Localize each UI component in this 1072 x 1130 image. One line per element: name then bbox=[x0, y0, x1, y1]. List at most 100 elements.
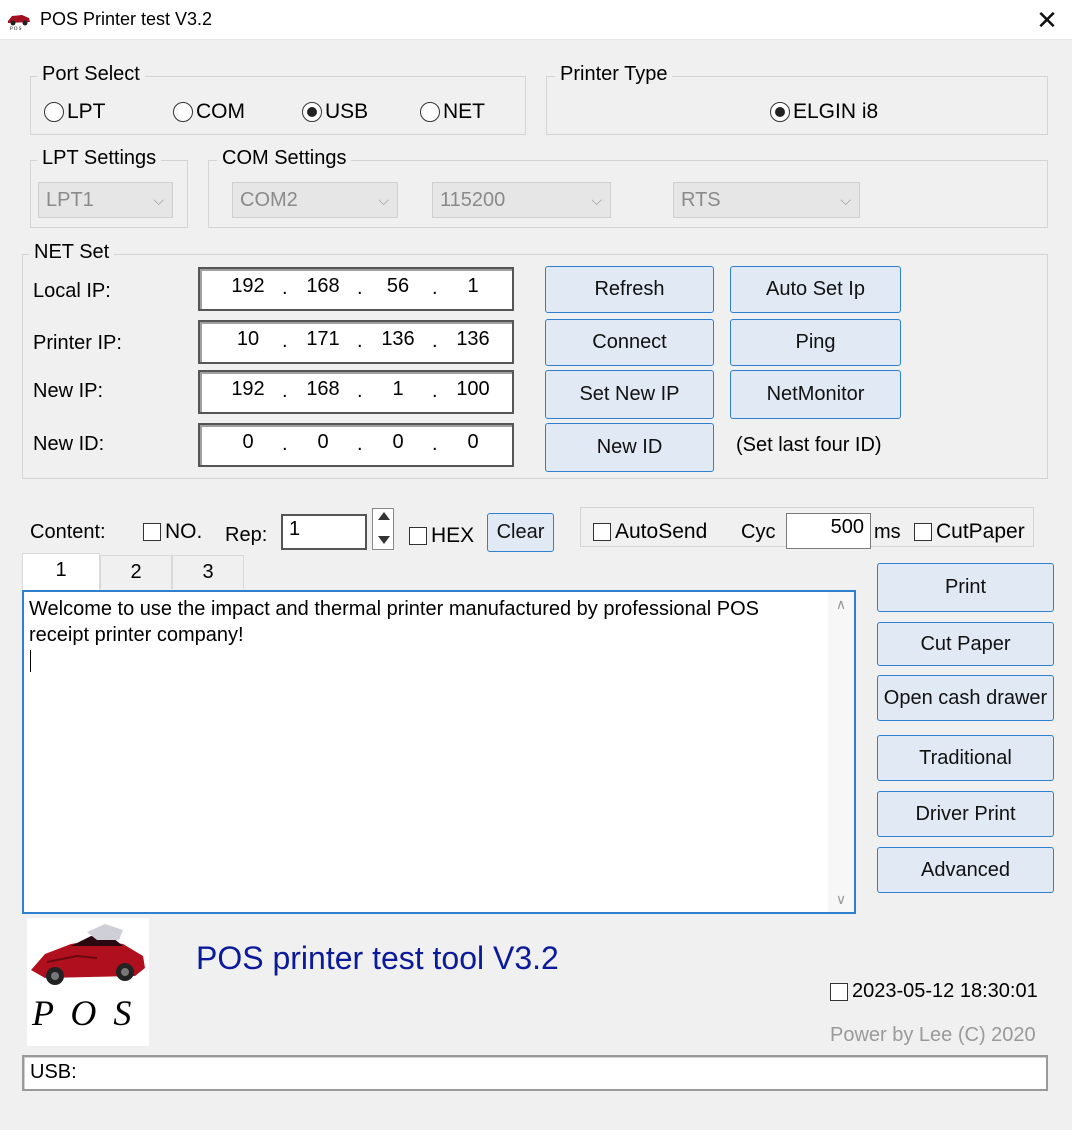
spin-up-icon[interactable] bbox=[378, 512, 390, 520]
content-text: Welcome to use the impact and thermal pr… bbox=[29, 598, 759, 646]
id-octet[interactable]: 0 bbox=[445, 431, 501, 454]
vertical-scrollbar[interactable]: ∧ ∨ bbox=[828, 592, 854, 912]
svg-text:P O S: P O S bbox=[10, 27, 22, 31]
spin-down-icon[interactable] bbox=[378, 536, 390, 544]
ip-dot: . bbox=[282, 380, 288, 402]
com-port-value: COM2 bbox=[240, 189, 298, 211]
radio-com-indicator bbox=[173, 102, 193, 122]
ip-dot: . bbox=[282, 277, 288, 299]
ip-octet[interactable]: 136 bbox=[445, 328, 501, 351]
cutpaper-label: CutPaper bbox=[936, 520, 1025, 543]
title-bar: P O S POS Printer test V3.2 ✕ bbox=[0, 0, 1072, 40]
hex-checkbox-box bbox=[409, 527, 427, 545]
ip-dot: . bbox=[357, 330, 363, 352]
baud-rate-value: 115200 bbox=[440, 189, 506, 211]
flow-control-select[interactable]: RTS ⌵ bbox=[673, 182, 860, 218]
ip-dot: . bbox=[432, 330, 438, 352]
printer-type-label: Printer Type bbox=[555, 63, 673, 86]
baud-rate-select[interactable]: 115200 ⌵ bbox=[432, 182, 611, 218]
ip-octet[interactable]: 171 bbox=[295, 328, 351, 351]
lpt-port-select[interactable]: LPT1 ⌵ bbox=[38, 182, 173, 218]
rep-input[interactable]: 1 bbox=[281, 514, 367, 550]
ip-octet[interactable]: 1 bbox=[370, 378, 426, 401]
ip-octet[interactable]: 168 bbox=[295, 275, 351, 298]
net-set-label: NET Set bbox=[29, 241, 115, 264]
id-octet[interactable]: 0 bbox=[370, 431, 426, 454]
autosend-checkbox[interactable]: AutoSend bbox=[593, 520, 707, 544]
new-id-button[interactable]: New ID bbox=[545, 423, 714, 472]
ip-octet[interactable]: 168 bbox=[295, 378, 351, 401]
open-cash-drawer-button[interactable]: Open cash drawer bbox=[877, 675, 1054, 721]
ip-octet[interactable]: 192 bbox=[220, 378, 276, 401]
pos-logo: P O S bbox=[27, 918, 149, 1046]
traditional-button[interactable]: Traditional bbox=[877, 735, 1054, 781]
auto-set-ip-button[interactable]: Auto Set Ip bbox=[730, 266, 901, 313]
radio-usb-indicator bbox=[302, 102, 322, 122]
radio-elgin-label: ELGIN i8 bbox=[793, 100, 879, 123]
ping-button[interactable]: Ping bbox=[730, 319, 901, 366]
scroll-down-icon[interactable]: ∨ bbox=[828, 891, 854, 908]
ip-octet[interactable]: 192 bbox=[220, 275, 276, 298]
logo-text: P O S bbox=[32, 993, 136, 1033]
ip-dot: . bbox=[432, 277, 438, 299]
cutpaper-checkbox[interactable]: CutPaper bbox=[914, 520, 1025, 544]
rep-spinner[interactable] bbox=[372, 508, 394, 550]
tab-1[interactable]: 1 bbox=[22, 553, 100, 591]
ip-octet[interactable]: 136 bbox=[370, 328, 426, 351]
datetime-label: 2023-05-12 18:30:01 bbox=[852, 980, 1038, 1002]
tab-3[interactable]: 3 bbox=[172, 555, 244, 589]
id-octet[interactable]: 0 bbox=[220, 431, 276, 454]
rep-label: Rep: bbox=[225, 524, 268, 546]
set-new-ip-button[interactable]: Set New IP bbox=[545, 370, 714, 419]
local-ip-label: Local IP: bbox=[33, 280, 111, 302]
no-checkbox-label: NO. bbox=[165, 520, 203, 543]
content-textarea[interactable]: Welcome to use the impact and thermal pr… bbox=[22, 590, 856, 914]
printer-ip-label: Printer IP: bbox=[33, 332, 122, 354]
text-caret bbox=[30, 650, 31, 672]
app-title: POS printer test tool V3.2 bbox=[196, 940, 559, 976]
advanced-button[interactable]: Advanced bbox=[877, 847, 1054, 893]
no-checkbox[interactable]: NO. bbox=[143, 520, 202, 544]
window-title: POS Printer test V3.2 bbox=[40, 9, 213, 29]
ip-octet[interactable]: 1 bbox=[445, 275, 501, 298]
radio-com-label: COM bbox=[196, 100, 245, 123]
ip-octet[interactable]: 10 bbox=[220, 328, 276, 351]
hex-checkbox[interactable]: HEX bbox=[409, 524, 474, 548]
connect-button[interactable]: Connect bbox=[545, 319, 714, 366]
port-select-label: Port Select bbox=[37, 63, 145, 86]
datetime-checkbox[interactable]: 2023-05-12 18:30:01 bbox=[830, 980, 1038, 1003]
scroll-up-icon[interactable]: ∧ bbox=[828, 596, 854, 613]
close-icon[interactable]: ✕ bbox=[1024, 2, 1070, 38]
new-id-field[interactable]: 0 . 0 . 0 . 0 bbox=[198, 423, 514, 467]
ip-octet[interactable]: 56 bbox=[370, 275, 426, 298]
new-ip-field[interactable]: 192 . 168 . 1 . 100 bbox=[198, 370, 514, 414]
local-ip-field[interactable]: 192 . 168 . 56 . 1 bbox=[198, 267, 514, 311]
rep-value: 1 bbox=[289, 518, 301, 540]
id-octet[interactable]: 0 bbox=[295, 431, 351, 454]
credit-text: Power by Lee (C) 2020 bbox=[830, 1024, 1036, 1046]
content-label: Content: bbox=[30, 521, 106, 543]
radio-lpt-label: LPT bbox=[67, 100, 106, 123]
driver-print-button[interactable]: Driver Print bbox=[877, 791, 1054, 837]
com-port-select[interactable]: COM2 ⌵ bbox=[232, 182, 398, 218]
cutpaper-checkbox-box bbox=[914, 523, 932, 541]
cyc-input[interactable]: 500 bbox=[786, 513, 871, 549]
refresh-button[interactable]: Refresh bbox=[545, 266, 714, 313]
radio-elgin-i8[interactable]: ELGIN i8 bbox=[770, 100, 878, 124]
radio-com[interactable]: COM bbox=[173, 100, 245, 124]
printer-ip-field[interactable]: 10 . 171 . 136 . 136 bbox=[198, 320, 514, 364]
datetime-checkbox-box bbox=[830, 982, 848, 1001]
radio-lpt[interactable]: LPT bbox=[44, 100, 106, 124]
radio-usb[interactable]: USB bbox=[302, 100, 368, 124]
clear-button[interactable]: Clear bbox=[487, 513, 554, 552]
radio-net[interactable]: NET bbox=[420, 100, 485, 124]
cyc-value: 500 bbox=[830, 516, 864, 538]
radio-usb-label: USB bbox=[325, 100, 369, 123]
flow-control-value: RTS bbox=[681, 189, 721, 211]
tab-2[interactable]: 2 bbox=[100, 555, 172, 589]
hex-checkbox-label: HEX bbox=[431, 524, 475, 547]
print-button[interactable]: Print bbox=[877, 563, 1054, 612]
net-monitor-button[interactable]: NetMonitor bbox=[730, 370, 901, 419]
ip-octet[interactable]: 100 bbox=[445, 378, 501, 401]
cut-paper-button[interactable]: Cut Paper bbox=[877, 622, 1054, 666]
